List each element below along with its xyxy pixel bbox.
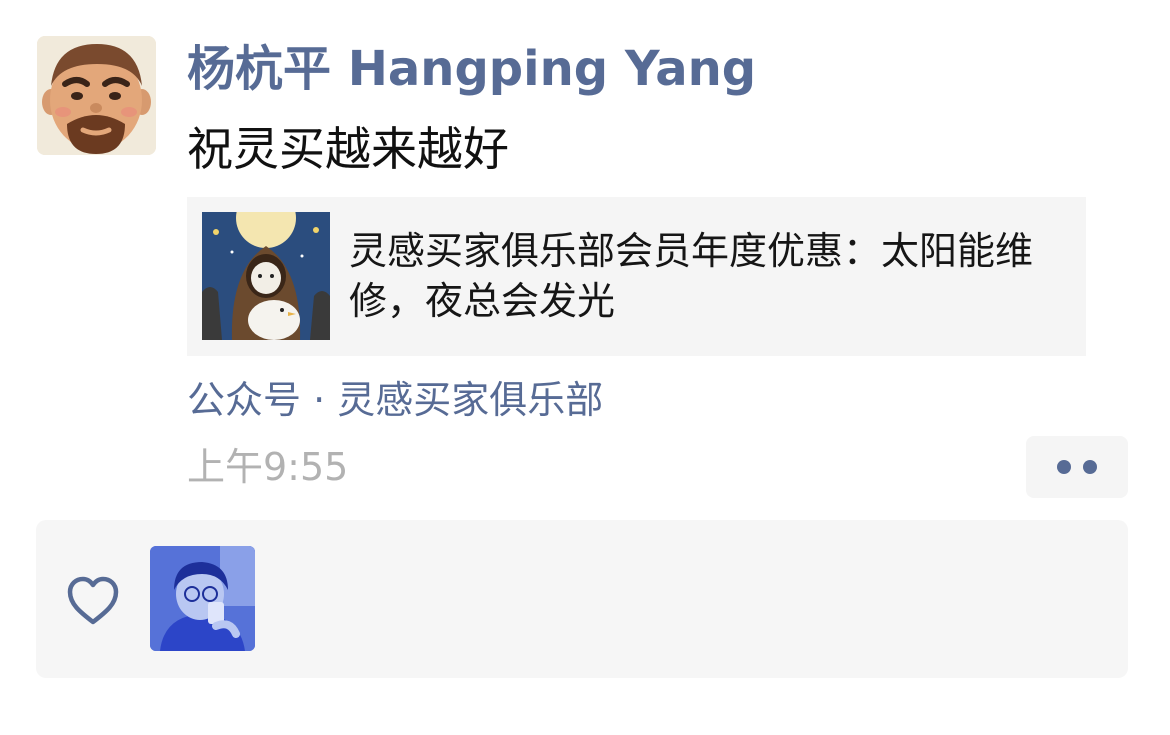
author-name[interactable]: 杨杭平 Hangping Yang xyxy=(187,40,756,98)
post-time: 上午9:55 xyxy=(187,445,349,489)
heart-icon xyxy=(67,576,119,625)
more-dots-icon[interactable] xyxy=(1026,436,1128,498)
hooded-figure-illustration xyxy=(202,212,330,340)
moments-post: 杨杭平 Hangping Yang 祝灵买越来越好 灵感买家俱乐部会员年度优惠：… xyxy=(0,0,1170,735)
person-photo xyxy=(150,546,255,651)
dot-icon xyxy=(1057,460,1071,474)
likes-panel xyxy=(36,520,1128,678)
article-thumbnail xyxy=(202,212,330,340)
shared-article-card[interactable]: 灵感买家俱乐部会员年度优惠：太阳能维修，夜总会发光 xyxy=(187,197,1086,356)
liker-avatar[interactable] xyxy=(150,546,255,651)
author-avatar[interactable] xyxy=(37,36,156,155)
cartoon-face-image xyxy=(37,36,156,155)
article-title: 灵感买家俱乐部会员年度优惠：太阳能维修，夜总会发光 xyxy=(349,229,1034,323)
post-text: 祝灵买越来越好 xyxy=(187,122,509,176)
dot-icon xyxy=(1083,460,1097,474)
article-source[interactable]: 公众号 · 灵感买家俱乐部 xyxy=(187,374,603,426)
